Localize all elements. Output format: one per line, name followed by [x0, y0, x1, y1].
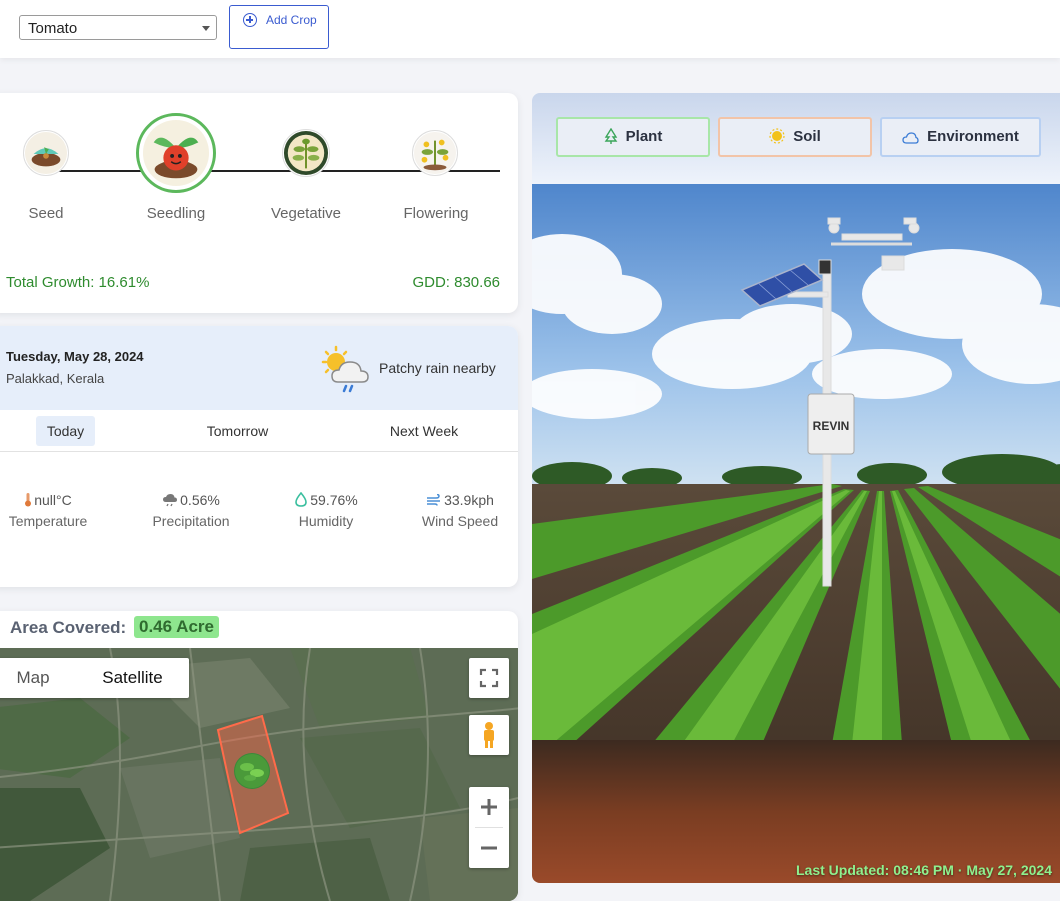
pegman-icon [484, 722, 494, 748]
humidity-label: Humidity [298, 513, 354, 529]
cloud-icon [902, 122, 919, 158]
chevron-down-icon [202, 26, 210, 31]
stage-flowering-icon[interactable] [412, 130, 458, 176]
fullscreen-button[interactable] [469, 658, 509, 698]
minus-icon [481, 846, 497, 850]
tab-plant-label: Plant [625, 128, 663, 145]
stage-label-flowering: Flowering [403, 205, 469, 222]
satellite-map[interactable]: Map Satellite [0, 648, 518, 901]
weather-tabs: Today Tomorrow Next Week [0, 410, 518, 452]
weather-card: Tuesday, May 28, 2024 Palakkad, Kerala P… [0, 326, 518, 587]
crop-marker-icon[interactable] [234, 753, 270, 789]
weather-date: Tuesday, May 28, 2024 [6, 349, 144, 364]
tab-tomorrow[interactable]: Tomorrow [190, 416, 285, 446]
weather-header: Tuesday, May 28, 2024 Palakkad, Kerala P… [0, 326, 518, 410]
last-updated: Last Updated: 08:46 PM · May 27, 2024 [796, 862, 1052, 878]
metric-temperature: null°C Temperature [0, 492, 108, 529]
area-card: Area Covered: 0.46 Acre Map Satellite [0, 611, 518, 901]
tab-plant[interactable]: Plant [556, 117, 710, 157]
station-label: REVIN [813, 419, 850, 433]
add-crop-label: Add Crop [266, 13, 317, 27]
sun-icon [769, 122, 785, 158]
monitor-tabs-bar: Plant Soil Environment [532, 93, 1060, 184]
tab-environment-label: Environment [927, 128, 1019, 145]
field-illustration: REVIN [532, 184, 1060, 883]
stage-label-vegetative: Vegetative [270, 205, 342, 222]
stage-vegetative-icon[interactable] [282, 129, 330, 177]
top-bar: Tomato Add Crop [0, 0, 1060, 58]
weather-location: Palakkad, Kerala [6, 371, 105, 386]
growth-stage-card: Seed Seedling Vegetative Flowering Total… [0, 93, 518, 313]
metric-humidity: 59.76% Humidity [266, 491, 386, 529]
wind-label: Wind Speed [421, 513, 499, 529]
gdd-value: GDD: 830.66 [412, 274, 500, 291]
metric-wind: 33.9kph Wind Speed [400, 492, 518, 529]
tab-next-week[interactable]: Next Week [374, 416, 474, 446]
stage-label-seedling: Seedling [146, 205, 206, 222]
map-type-map[interactable]: Map [0, 658, 76, 698]
temperature-value: null°C [34, 492, 72, 508]
total-growth: Total Growth: 16.61% [6, 274, 150, 291]
wind-icon [426, 493, 442, 510]
metric-precipitation: 0.56% Precipitation [131, 492, 251, 529]
tree-icon [604, 122, 618, 158]
humidity-value: 59.76% [310, 492, 358, 508]
tab-environment[interactable]: Environment [880, 117, 1041, 157]
rain-cloud-icon [162, 493, 178, 510]
humidity-drop-icon [294, 491, 308, 510]
tab-today[interactable]: Today [36, 416, 95, 446]
plus-circle-icon [243, 13, 257, 27]
zoom-out-button[interactable] [469, 828, 509, 868]
plus-icon [481, 799, 497, 815]
area-covered-value: 0.46 Acre [134, 616, 219, 638]
add-crop-button[interactable]: Add Crop [229, 5, 329, 49]
weather-condition: Patchy rain nearby [379, 360, 496, 376]
precipitation-value: 0.56% [180, 492, 220, 508]
zoom-in-button[interactable] [469, 787, 509, 827]
precipitation-label: Precipitation [152, 513, 230, 529]
map-type-satellite[interactable]: Satellite [76, 658, 189, 698]
crop-select[interactable]: Tomato [19, 15, 217, 40]
partly-cloudy-rain-icon [318, 344, 374, 396]
area-covered-label: Area Covered: [10, 618, 127, 637]
fullscreen-icon [479, 668, 499, 688]
crop-select-value: Tomato [28, 20, 78, 37]
stage-label-seed: Seed [28, 205, 64, 222]
thermometer-icon [24, 492, 32, 510]
temperature-label: Temperature [8, 513, 88, 529]
tab-soil-label: Soil [793, 128, 821, 145]
monitor-panel: Plant Soil Environment REVIN Last Update… [532, 93, 1060, 883]
stage-seed-icon[interactable] [23, 130, 69, 176]
wind-value: 33.9kph [444, 492, 494, 508]
street-view-button[interactable] [469, 715, 509, 755]
tab-soil[interactable]: Soil [718, 117, 872, 157]
stage-seedling-icon[interactable] [136, 113, 216, 193]
field-scene: REVIN Last Updated: 08:46 PM · May 27, 2… [532, 184, 1060, 883]
zoom-controls [469, 787, 509, 868]
map-type-toggle: Map Satellite [0, 658, 189, 698]
